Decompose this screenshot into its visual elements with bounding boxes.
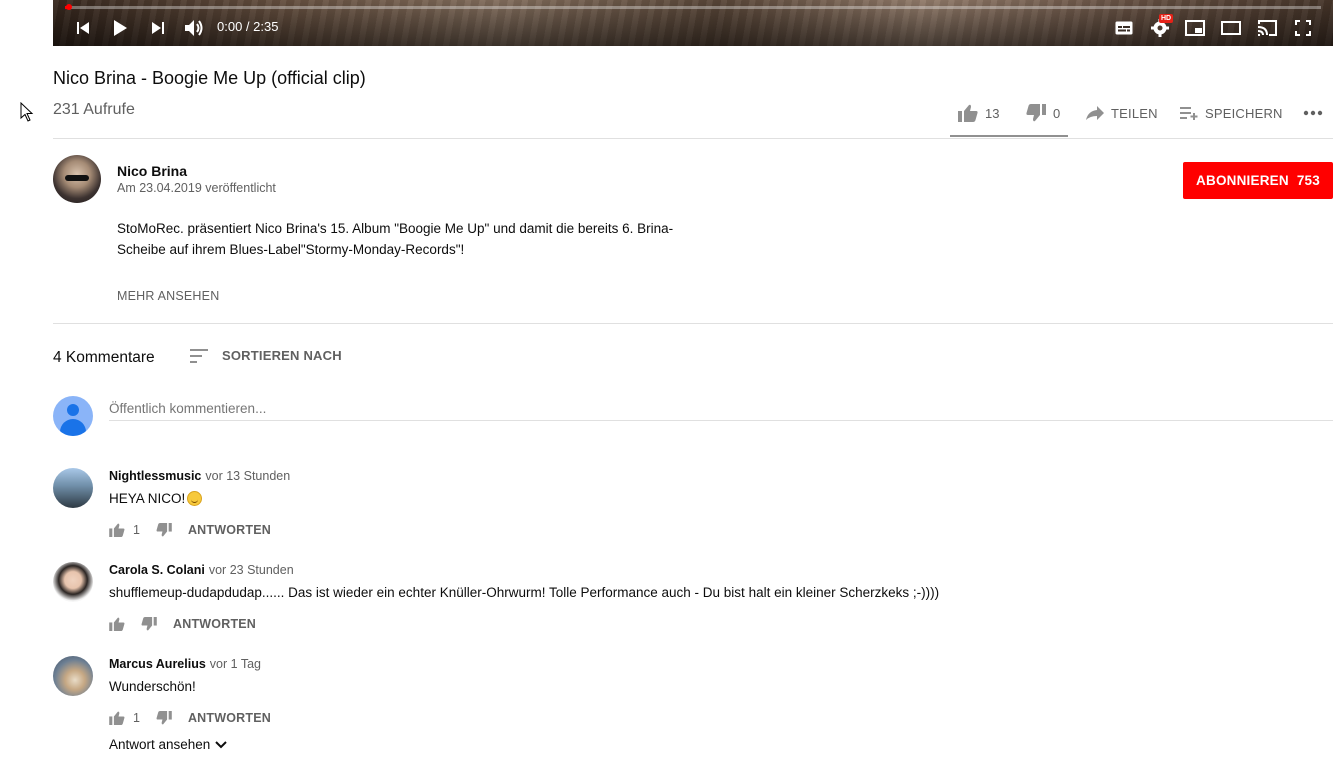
youtube-watch-page: 0:00 / 2:35 HD Nico Brina - Boogie Me Up… (0, 0, 1344, 766)
thumbs-up-icon[interactable] (109, 617, 125, 631)
time-display: 0:00 / 2:35 (217, 19, 279, 34)
comment-like-count: 1 (133, 711, 140, 725)
comment-author-avatar[interactable] (53, 562, 93, 602)
comment-actions: 1 ANTWORTEN (109, 520, 271, 540)
progress-bar[interactable] (65, 6, 1321, 9)
subscribe-button[interactable]: ABONNIEREN 753 (1183, 162, 1333, 199)
more-actions-button[interactable] (1303, 101, 1323, 125)
playlist-add-icon (1180, 107, 1198, 120)
fullscreen-button[interactable] (1292, 17, 1314, 39)
subtitles-icon (1115, 21, 1133, 35)
progress-scrubber[interactable] (66, 4, 72, 10)
settings-button[interactable]: HD (1149, 14, 1174, 39)
save-button[interactable]: SPEICHERN (1180, 101, 1283, 125)
avatar-head (67, 404, 79, 416)
miniplayer-button[interactable] (1184, 17, 1206, 39)
theater-mode-button[interactable] (1220, 17, 1242, 39)
previous-button[interactable] (73, 17, 93, 39)
cast-icon (1257, 20, 1277, 36)
comment-time[interactable]: vor 23 Stunden (209, 563, 294, 577)
sort-button[interactable]: SORTIEREN NACH (190, 348, 342, 363)
channel-avatar[interactable] (53, 155, 101, 203)
view-replies-label: Antwort ansehen (109, 737, 211, 752)
comment-actions: 1 ANTWORTEN (109, 708, 271, 728)
view-replies-button[interactable]: Antwort ansehen (109, 737, 228, 752)
cast-button[interactable] (1256, 17, 1278, 39)
dislike-button[interactable]: 0 (1026, 101, 1060, 125)
thumbs-down-icon[interactable] (156, 523, 172, 537)
comment-text: shufflemeup-dudapdudap...... Das ist wie… (109, 585, 940, 600)
share-label: TEILEN (1111, 105, 1158, 121)
hd-badge: HD (1159, 14, 1174, 23)
thumbs-up-icon[interactable] (109, 711, 125, 725)
dislike-count: 0 (1053, 105, 1061, 121)
comment-count: 4 Kommentare (53, 349, 155, 366)
avatar-body (60, 419, 86, 436)
comment-actions: ANTWORTEN (109, 614, 256, 634)
volume-icon (185, 20, 203, 36)
view-count: 231 Aufrufe (53, 101, 135, 118)
comment-text-row: HEYA NICO! (109, 491, 203, 506)
chevron-down-icon (215, 740, 228, 748)
subscriber-count: 753 (1296, 173, 1320, 188)
skip-next-icon (152, 22, 164, 34)
comment-time[interactable]: vor 13 Stunden (205, 469, 290, 483)
comment-like-count: 1 (133, 523, 140, 537)
like-button[interactable]: 13 (958, 101, 999, 125)
subtitles-button[interactable] (1113, 17, 1135, 39)
video-title: Nico Brina - Boogie Me Up (official clip… (53, 68, 366, 88)
channel-name[interactable]: Nico Brina (117, 163, 187, 179)
divider (53, 323, 1333, 324)
comment-time[interactable]: vor 1 Tag (210, 657, 261, 671)
video-player[interactable]: 0:00 / 2:35 HD (53, 0, 1333, 46)
show-more-button[interactable]: MEHR ANSEHEN (117, 289, 219, 303)
comment-header: Carola S. Colani vor 23 Stunden (109, 563, 294, 577)
more-horizontal-icon (1303, 110, 1323, 116)
volume-button[interactable] (183, 17, 205, 39)
hugging-face-emoji-icon (187, 491, 203, 506)
comment-header: Nightlessmusic vor 13 Stunden (109, 469, 290, 483)
comment-author[interactable]: Nightlessmusic (109, 469, 201, 483)
avatar-sunglasses (65, 175, 89, 181)
publish-date: Am 23.04.2019 veröffentlicht (117, 181, 276, 195)
theater-mode-icon (1221, 21, 1241, 35)
reply-button[interactable]: ANTWORTEN (188, 711, 271, 725)
reply-button[interactable]: ANTWORTEN (188, 523, 271, 537)
like-count: 13 (985, 105, 1000, 121)
mouse-cursor-icon (20, 102, 34, 122)
share-button[interactable]: TEILEN (1086, 101, 1158, 125)
sort-icon (190, 348, 208, 363)
comment-header: Marcus Aurelius vor 1 Tag (109, 657, 261, 671)
comment-author-avatar[interactable] (53, 656, 93, 696)
video-description: StoMoRec. präsentiert Nico Brina's 15. A… (117, 221, 674, 257)
save-label: SPEICHERN (1205, 105, 1283, 121)
comment-author-avatar[interactable] (53, 468, 93, 508)
thumbs-up-icon[interactable] (109, 523, 125, 537)
thumbs-down-icon[interactable] (156, 711, 172, 725)
reply-button[interactable]: ANTWORTEN (173, 617, 256, 631)
thumbs-down-icon (1026, 104, 1046, 122)
comment-text: Wunderschön! (109, 679, 196, 694)
next-button[interactable] (148, 17, 168, 39)
thumbs-down-icon[interactable] (141, 617, 157, 631)
subscribe-label: ABONNIEREN (1196, 173, 1289, 188)
thumbs-up-icon (958, 104, 978, 122)
comment-input[interactable] (109, 396, 1333, 421)
sentiment-bar (950, 135, 1068, 137)
skip-previous-icon (77, 22, 89, 34)
miniplayer-icon (1185, 20, 1205, 36)
divider (53, 138, 1333, 139)
share-icon (1086, 106, 1104, 120)
play-button[interactable] (109, 17, 131, 39)
user-avatar (53, 396, 93, 436)
sort-label: SORTIEREN NACH (222, 348, 342, 363)
comment-author[interactable]: Marcus Aurelius (109, 657, 206, 671)
fullscreen-icon (1295, 20, 1311, 36)
comment-text: HEYA NICO! (109, 491, 186, 506)
play-icon (114, 20, 127, 36)
comment-author[interactable]: Carola S. Colani (109, 563, 205, 577)
